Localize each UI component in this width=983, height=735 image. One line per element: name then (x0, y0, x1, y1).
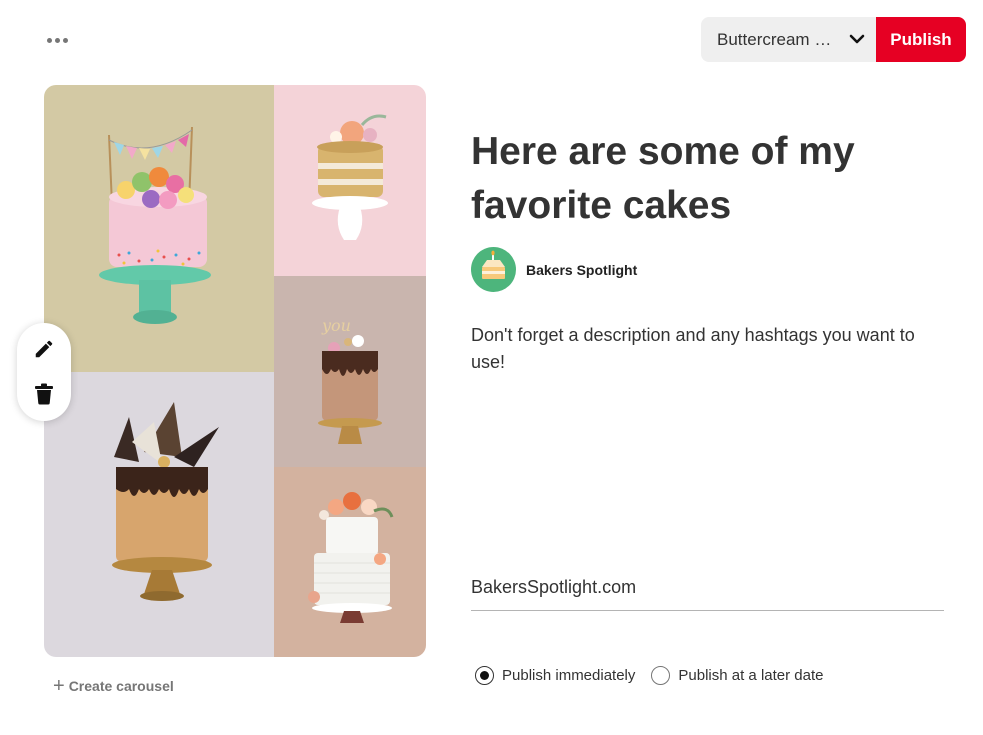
edit-image-button[interactable] (30, 335, 58, 363)
plus-icon: + (53, 675, 65, 697)
chevron-down-icon (849, 34, 865, 44)
pin-image-collage[interactable]: you (44, 85, 426, 657)
trash-icon (35, 383, 53, 405)
cake-image-chocolate-shards (44, 372, 274, 657)
board-select-value: Buttercream C... (717, 29, 839, 49)
radio-publish-immediately[interactable] (475, 666, 494, 685)
author: Bakers Spotlight (471, 247, 637, 292)
radio-publish-later[interactable] (651, 666, 671, 685)
publish-later-option[interactable]: Publish at a later date (651, 666, 823, 685)
author-name[interactable]: Bakers Spotlight (526, 262, 637, 278)
more-horizontal-icon (46, 37, 52, 43)
create-carousel-label: Create carousel (68, 678, 174, 694)
cake-image-white-floral (274, 467, 426, 657)
cake-image-chocolate-drip: you (274, 276, 426, 467)
image-edit-panel (17, 323, 71, 421)
cake-image-rainbow-macarons (44, 85, 274, 372)
publish-later-label: Publish at a later date (678, 667, 824, 684)
svg-text:you: you (321, 316, 351, 335)
pin-title[interactable]: Here are some of my favorite cakes (471, 125, 931, 233)
create-carousel-button[interactable]: + Create carousel (53, 675, 174, 697)
delete-image-button[interactable] (30, 380, 58, 408)
more-options-button[interactable] (40, 26, 74, 54)
pencil-icon (35, 340, 53, 358)
publish-button[interactable]: Publish (876, 17, 966, 62)
avatar (471, 247, 516, 292)
publish-immediately-option[interactable]: Publish immediately (475, 666, 635, 685)
board-select-dropdown[interactable]: Buttercream C... (701, 17, 877, 62)
publish-options: Publish immediately Publish at a later d… (475, 666, 839, 685)
cake-slice-icon (482, 250, 505, 279)
cake-image-golden-naked (274, 85, 426, 276)
description-field[interactable]: Don't forget a description and any hasht… (471, 322, 941, 376)
publish-immediately-label: Publish immediately (502, 667, 636, 684)
destination-link-field[interactable]: BakersSpotlight.com (471, 574, 944, 611)
